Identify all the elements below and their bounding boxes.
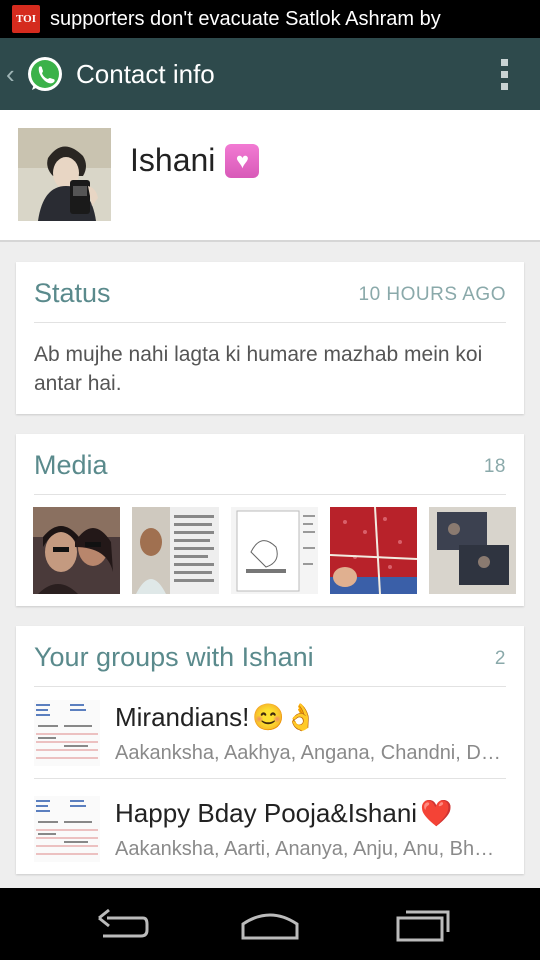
group-name: Happy Bday Pooja&Ishani ❤️ <box>115 798 452 829</box>
group-avatar <box>34 796 100 862</box>
status-bar: TOI supporters don't evacuate Satlok Ash… <box>0 0 540 38</box>
page-title: Contact info <box>76 58 215 89</box>
groups-card: Your groups with Ishani 2 Mirandians! 😊👌 … <box>16 626 524 874</box>
group-name-text: Happy Bday Pooja&Ishani <box>115 798 418 828</box>
profile-header: Ishani ♥ <box>0 110 540 242</box>
group-item[interactable]: Mirandians! 😊👌 Aakanksha, Aakhya, Angana,… <box>34 688 506 779</box>
overflow-menu-icon[interactable] <box>484 49 524 99</box>
groups-heading: Your groups with Ishani <box>34 642 314 672</box>
media-thumbnail[interactable] <box>330 507 417 594</box>
group-name: Mirandians! 😊👌 <box>115 702 317 733</box>
whatsapp-logo-icon[interactable] <box>24 53 66 95</box>
back-button-icon[interactable] <box>85 902 155 946</box>
media-heading: Media <box>34 450 108 480</box>
media-count: 18 <box>483 456 506 477</box>
media-thumbnail[interactable] <box>231 507 318 594</box>
back-chevron-icon[interactable]: ‹ <box>6 59 18 90</box>
status-card: Status 10 HOURS AGO Ab mujhe nahi lagta … <box>16 262 524 414</box>
recent-apps-button-icon[interactable] <box>390 902 460 946</box>
navigation-bar <box>0 888 540 960</box>
avatar[interactable] <box>18 128 111 221</box>
group-name-text: Mirandians! <box>115 702 250 732</box>
media-thumbnail[interactable] <box>429 507 516 594</box>
media-thumbnail[interactable] <box>33 507 120 594</box>
smile-ok-emoji-icon: 😊👌 <box>252 702 318 732</box>
group-members: Aakanksha, Aarti, Ananya, Anju, Anu, Bha… <box>115 838 505 860</box>
status-heading: Status <box>34 278 111 308</box>
heart-emoji-icon: ❤️ <box>420 798 453 828</box>
groups-count: 2 <box>494 648 506 669</box>
heart-decoration-icon: ♥ <box>225 143 260 178</box>
action-bar: ‹ Contact info <box>0 38 540 110</box>
toi-notification-icon: TOI <box>12 5 40 33</box>
status-text: Ab mujhe nahi lagta ki humare mazhab mei… <box>34 343 483 395</box>
group-avatar <box>34 700 100 766</box>
status-time: 10 HOURS AGO <box>358 284 506 305</box>
media-card[interactable]: Media 18 <box>16 434 524 606</box>
group-item[interactable]: Happy Bday Pooja&Ishani ❤️ Aakanksha, Aar… <box>34 784 506 874</box>
media-thumbnail[interactable] <box>132 507 219 594</box>
group-members: Aakanksha, Aakhya, Angana, Chandni, Devi… <box>115 742 505 764</box>
notification-ticker: supporters don't evacuate Satlok Ashram … <box>50 7 441 30</box>
home-button-icon[interactable] <box>235 902 305 946</box>
contact-name: Ishani <box>130 142 216 178</box>
